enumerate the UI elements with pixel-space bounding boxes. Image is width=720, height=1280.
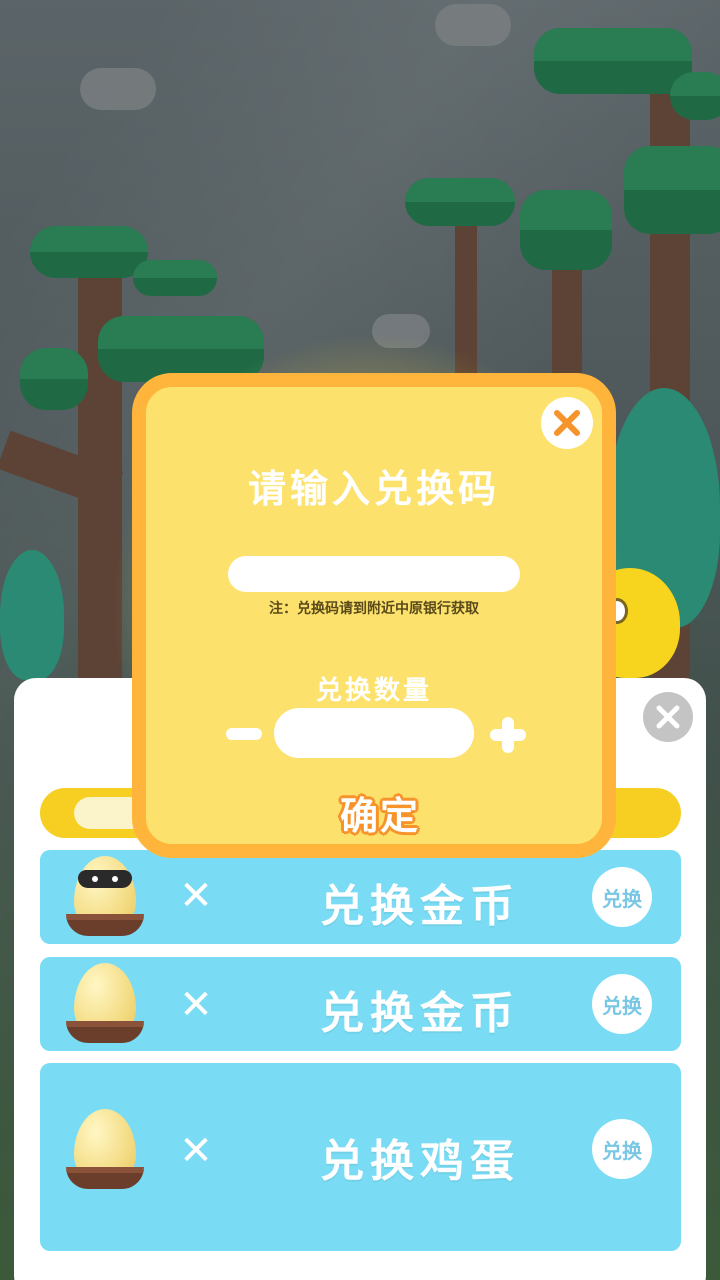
tree-canopy xyxy=(133,260,217,296)
egg-icon xyxy=(66,963,146,1053)
tree-canopy xyxy=(20,348,88,410)
quantity-label: 兑换数量 xyxy=(315,676,432,706)
quantity-input[interactable] xyxy=(274,708,474,758)
panel-close-button[interactable] xyxy=(643,692,693,742)
plus-icon[interactable] xyxy=(490,717,526,753)
close-icon xyxy=(656,705,680,729)
exchange-row: ✕ 兑换金币 兑换 xyxy=(40,957,681,1051)
row-title: 兑换金币 xyxy=(320,988,520,1039)
exchange-button[interactable]: 兑换 xyxy=(592,867,652,927)
tree-canopy xyxy=(405,178,515,226)
tree-canopy xyxy=(624,146,720,234)
row-title: 兑换金币 xyxy=(320,881,520,932)
tree-canopy xyxy=(520,190,612,270)
tree-canopy xyxy=(30,226,148,278)
confirm-button[interactable]: 确定 xyxy=(310,782,450,842)
cloud xyxy=(80,68,156,110)
close-icon xyxy=(554,410,580,436)
multiply-icon: ✕ xyxy=(179,1128,213,1174)
egg-icon xyxy=(66,1109,146,1199)
redeem-note: 注：兑换码请到附近中原银行获取 xyxy=(269,601,479,617)
exchange-row: ✕ 兑换鸡蛋 兑换 xyxy=(40,1063,681,1251)
minus-icon[interactable] xyxy=(226,728,262,740)
bush xyxy=(0,550,64,680)
multiply-icon: ✕ xyxy=(179,873,213,919)
modal-title: 请输入兑换码 xyxy=(247,467,500,511)
redeem-code-input[interactable] xyxy=(228,556,520,592)
masked-egg-icon xyxy=(66,856,146,946)
modal-close-button[interactable] xyxy=(541,397,593,449)
exchange-button[interactable]: 兑换 xyxy=(592,974,652,1034)
exchange-button[interactable]: 兑换 xyxy=(592,1119,652,1179)
tree-canopy xyxy=(670,72,720,120)
cloud xyxy=(435,4,511,46)
row-title: 兑换鸡蛋 xyxy=(320,1136,520,1187)
multiply-icon: ✕ xyxy=(179,982,213,1028)
tree-canopy xyxy=(534,28,692,94)
exchange-row: ✕ 兑换金币 兑换 xyxy=(40,850,681,944)
